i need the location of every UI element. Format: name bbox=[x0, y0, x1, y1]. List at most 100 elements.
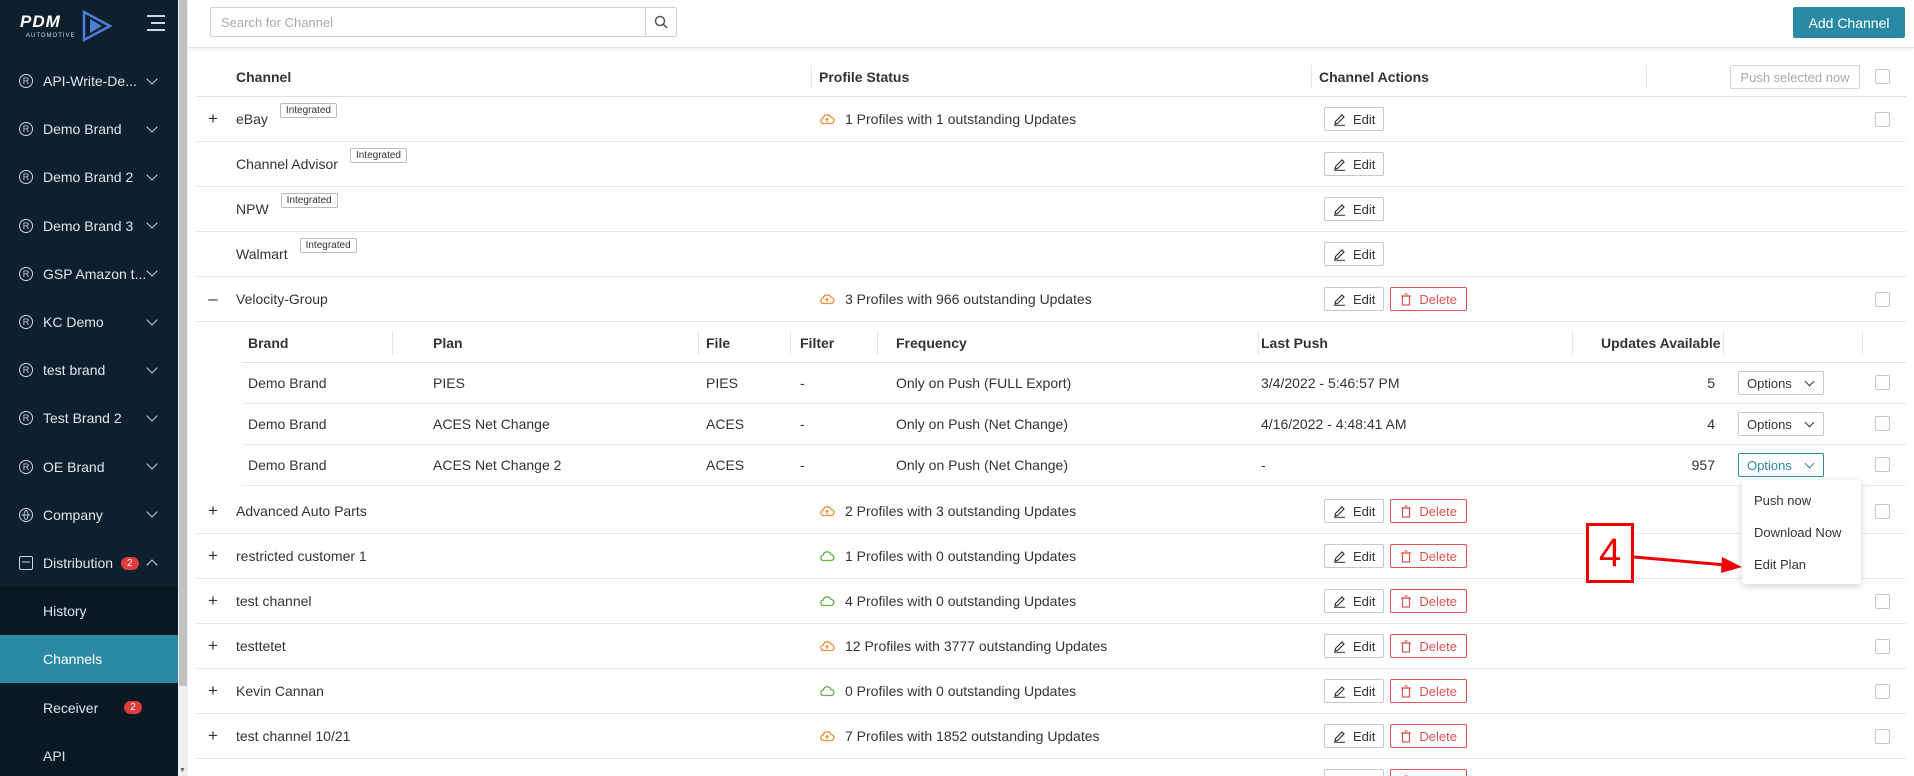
channel-name[interactable]: test channel bbox=[236, 593, 312, 609]
expand-icon[interactable]: + bbox=[206, 489, 220, 533]
search-input[interactable] bbox=[211, 8, 631, 36]
registered-icon: R bbox=[19, 363, 33, 378]
sidebar-item-7[interactable]: R Test Brand 2 bbox=[0, 394, 178, 442]
plan-checkbox[interactable] bbox=[1875, 416, 1890, 431]
expand-icon[interactable]: + bbox=[206, 669, 220, 713]
sidebar-item-6[interactable]: Rtest brand bbox=[0, 346, 178, 394]
row-checkbox[interactable] bbox=[1875, 292, 1890, 307]
edit-button[interactable]: Edit bbox=[1324, 634, 1385, 658]
channel-name[interactable]: NPW bbox=[236, 201, 269, 217]
channel-name[interactable]: Walmart bbox=[236, 246, 288, 262]
edit-button[interactable]: Edit bbox=[1324, 242, 1385, 266]
integrated-badge: Integrated bbox=[299, 237, 357, 253]
expand-icon[interactable]: + bbox=[206, 624, 220, 668]
sidebar-item-8[interactable]: R OE Brand bbox=[0, 443, 178, 491]
delete-label: Delete bbox=[1419, 291, 1457, 307]
delete-button[interactable]: Delete bbox=[1390, 544, 1467, 568]
push-selected-button[interactable]: Push selected now bbox=[1730, 65, 1860, 89]
channel-name[interactable]: restricted customer 1 bbox=[236, 548, 367, 564]
delete-button[interactable]: Delete bbox=[1390, 724, 1467, 748]
edit-label: Edit bbox=[1353, 683, 1376, 699]
table-row: + testtetet 12 Profiles with 3777 outstand… bbox=[196, 624, 1906, 669]
sidebar-item-2[interactable]: R Demo Brand 2 bbox=[0, 153, 178, 201]
channel-name[interactable]: Advanced Auto Parts bbox=[236, 503, 367, 519]
collapse-icon[interactable]: – bbox=[206, 277, 220, 321]
sidebar-item-3[interactable]: R Demo Brand 3 bbox=[0, 202, 178, 250]
channel-name-cell: restricted customer 1 bbox=[236, 534, 367, 578]
pdm-logo[interactable]: PDM AUTOMOTIVE bbox=[20, 10, 120, 46]
plan-filter: - bbox=[800, 416, 805, 432]
trash-icon bbox=[1401, 729, 1412, 743]
header-channel-actions: Channel Actions bbox=[1319, 68, 1429, 85]
pencil-icon bbox=[1334, 730, 1345, 743]
channel-name-cell: Reports bbox=[236, 759, 285, 776]
chevron-down-icon bbox=[146, 265, 158, 277]
sidebar-subitem-history[interactable]: History bbox=[0, 587, 178, 636]
edit-button[interactable]: Edit bbox=[1324, 107, 1385, 131]
sidebar-item-4[interactable]: R GSP Amazon t... bbox=[0, 250, 178, 298]
options-button[interactable]: Options bbox=[1738, 453, 1824, 477]
sidebar-subitem-receiver[interactable]: Receiver 2 bbox=[0, 683, 178, 732]
delete-button[interactable]: Delete bbox=[1390, 679, 1467, 703]
delete-button[interactable]: Delete bbox=[1390, 287, 1467, 311]
expand-icon[interactable]: + bbox=[206, 714, 220, 758]
cloud-upload-icon bbox=[820, 506, 835, 517]
plan-checkbox[interactable] bbox=[1875, 375, 1890, 390]
edit-button[interactable]: Edit bbox=[1324, 769, 1385, 776]
edit-button[interactable]: Edit bbox=[1324, 499, 1385, 523]
channel-name-cell: Kevin Cannan bbox=[236, 669, 324, 713]
chevron-up-icon bbox=[146, 559, 158, 571]
delete-button[interactable]: Delete bbox=[1390, 769, 1467, 776]
sidebar-subitem-channels[interactable]: Channels bbox=[0, 635, 178, 684]
plan-checkbox[interactable] bbox=[1875, 457, 1890, 472]
expand-icon[interactable]: + bbox=[206, 579, 220, 623]
sidebar-subitem-api[interactable]: API bbox=[0, 731, 178, 776]
sidebar-item-0[interactable]: R API-Write-De... bbox=[0, 57, 178, 105]
edit-button[interactable]: Edit bbox=[1324, 544, 1385, 568]
channel-name[interactable]: Kevin Cannan bbox=[236, 683, 324, 699]
expand-icon[interactable]: + bbox=[206, 97, 220, 141]
row-checkbox[interactable] bbox=[1875, 684, 1890, 699]
edit-label: Edit bbox=[1353, 111, 1376, 127]
channel-name[interactable]: Channel Advisor bbox=[236, 156, 338, 172]
row-checkbox[interactable] bbox=[1875, 639, 1890, 654]
sidebar-scrollbar[interactable]: ▼ bbox=[178, 0, 188, 776]
options-button[interactable]: Options bbox=[1738, 412, 1824, 436]
expand-icon[interactable]: + bbox=[206, 759, 220, 776]
edit-button[interactable]: Edit bbox=[1324, 724, 1385, 748]
row-checkbox[interactable] bbox=[1875, 594, 1890, 609]
row-checkbox[interactable] bbox=[1875, 112, 1890, 127]
edit-button[interactable]: Edit bbox=[1324, 152, 1385, 176]
sidebar-item-9[interactable]: Company bbox=[0, 491, 178, 539]
search-button[interactable] bbox=[645, 8, 676, 36]
delete-button[interactable]: Delete bbox=[1390, 499, 1467, 523]
row-checkbox[interactable] bbox=[1875, 729, 1890, 744]
sidebar-item-1[interactable]: R Demo Brand bbox=[0, 105, 178, 153]
sidebar-item-10[interactable]: Distribution 2 bbox=[0, 539, 178, 587]
edit-button[interactable]: Edit bbox=[1324, 197, 1385, 221]
sidebar-item-5[interactable]: R KC Demo bbox=[0, 298, 178, 346]
channel-actions-cell: Edit Delete bbox=[1324, 624, 1467, 668]
channel-name[interactable]: test channel 10/21 bbox=[236, 728, 350, 744]
edit-button[interactable]: Edit bbox=[1324, 287, 1385, 311]
channel-name-cell: Advanced Auto Parts bbox=[236, 489, 367, 533]
edit-button[interactable]: Edit bbox=[1324, 679, 1385, 703]
edit-label: Edit bbox=[1353, 638, 1376, 654]
delete-button[interactable]: Delete bbox=[1390, 634, 1467, 658]
menu-collapse-icon[interactable] bbox=[141, 15, 165, 37]
delete-button[interactable]: Delete bbox=[1390, 589, 1467, 613]
options-button[interactable]: Options bbox=[1738, 371, 1824, 395]
select-all-checkbox[interactable] bbox=[1875, 69, 1890, 84]
add-channel-button[interactable]: Add Channel bbox=[1793, 7, 1905, 38]
channel-name[interactable]: eBay bbox=[236, 111, 268, 127]
dropdown-push-now[interactable]: Push now bbox=[1754, 493, 1811, 508]
edit-button[interactable]: Edit bbox=[1324, 589, 1385, 613]
channel-actions-cell: Edit Delete bbox=[1324, 579, 1467, 623]
dropdown-edit-plan[interactable]: Edit Plan bbox=[1754, 557, 1806, 572]
expand-icon[interactable]: + bbox=[206, 534, 220, 578]
channel-name[interactable]: Velocity-Group bbox=[236, 291, 328, 307]
channel-name[interactable]: testtetet bbox=[236, 638, 286, 654]
dropdown-download-now[interactable]: Download Now bbox=[1754, 525, 1841, 540]
channel-name-cell: Channel Advisor Integrated bbox=[236, 142, 407, 186]
row-checkbox[interactable] bbox=[1875, 504, 1890, 519]
